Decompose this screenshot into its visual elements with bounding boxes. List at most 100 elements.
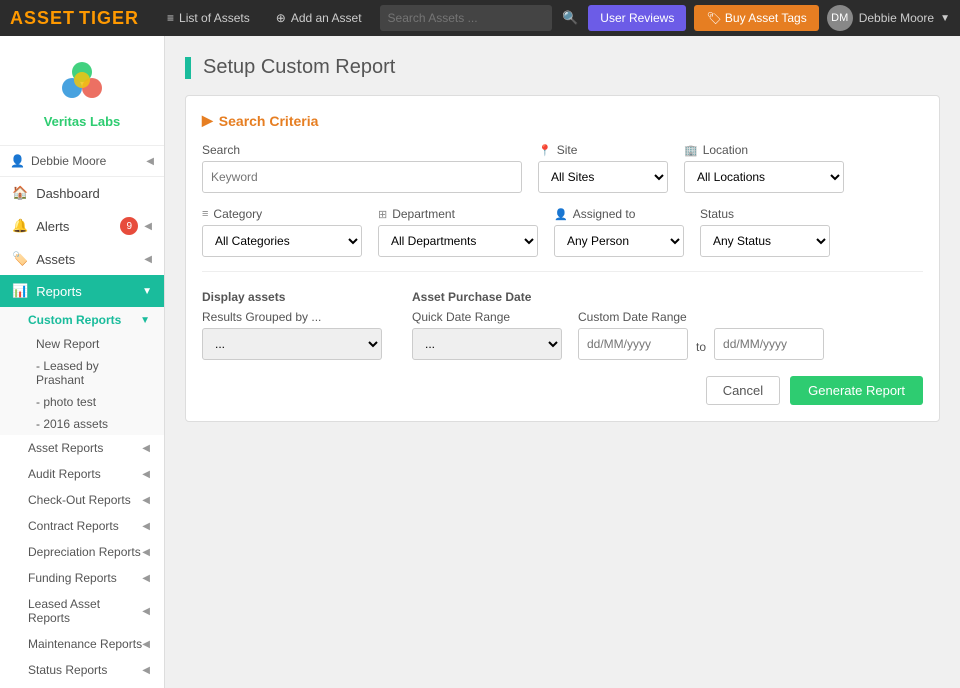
org-name: Veritas Labs bbox=[10, 114, 154, 129]
sidebar-item-alerts[interactable]: 🔔 Alerts 9 ◀ bbox=[0, 209, 164, 243]
sidebar-user[interactable]: 👤 Debbie Moore ◀ bbox=[0, 146, 164, 177]
submenu-contract-reports[interactable]: Contract Reports ◀ bbox=[0, 513, 164, 539]
chevron-right-icon8: ◀ bbox=[142, 639, 150, 650]
user-name: Debbie Moore bbox=[859, 11, 934, 25]
date-to-input[interactable] bbox=[714, 328, 824, 360]
app-logo: ASSETTIGER bbox=[10, 8, 139, 29]
site-select[interactable]: All Sites bbox=[538, 161, 668, 193]
action-row: Cancel Generate Report bbox=[202, 376, 923, 405]
sidebar-item-reports[interactable]: 📊 Reports ▼ bbox=[0, 275, 164, 307]
generate-report-button[interactable]: Generate Report bbox=[790, 376, 923, 405]
chevron-right-icon9: ◀ bbox=[142, 665, 150, 676]
display-row: Display assets Results Grouped by ... ..… bbox=[202, 284, 923, 360]
submenu-audit-reports[interactable]: Audit Reports ◀ bbox=[0, 461, 164, 487]
submenu-leased-reports[interactable]: Leased Asset Reports ◀ bbox=[0, 591, 164, 631]
alerts-badge: 9 bbox=[120, 217, 138, 235]
title-accent bbox=[185, 57, 191, 79]
sidebar: Veritas Labs 👤 Debbie Moore ◀ 🏠 Dashboar… bbox=[0, 36, 165, 688]
sidebar-user-left: 👤 Debbie Moore bbox=[10, 154, 106, 168]
category-select[interactable]: All Categories bbox=[202, 225, 362, 257]
submenu-status-reports[interactable]: Status Reports ◀ bbox=[0, 657, 164, 683]
assigned-to-group: 👤 Assigned to Any Person bbox=[554, 207, 684, 257]
category-group: ≡ Category All Categories bbox=[202, 207, 362, 257]
sidebar-item-dashboard[interactable]: 🏠 Dashboard bbox=[0, 177, 164, 209]
add-asset-label: Add an Asset bbox=[291, 11, 362, 25]
user-icon: 👤 bbox=[10, 154, 25, 168]
chevron-right-icon: ◀ bbox=[142, 443, 150, 454]
date-from-input[interactable] bbox=[578, 328, 688, 360]
status-select[interactable]: Any Status bbox=[700, 225, 830, 257]
submenu-checkout-reports[interactable]: Check-Out Reports ◀ bbox=[0, 487, 164, 513]
list-assets-link[interactable]: ≡ List of Assets bbox=[159, 0, 258, 36]
quick-date-select[interactable]: ... bbox=[412, 328, 562, 360]
layout: Veritas Labs 👤 Debbie Moore ◀ 🏠 Dashboar… bbox=[0, 36, 960, 688]
search-label: Search bbox=[202, 143, 522, 157]
form-row-1: Search 📍 Site All Sites 🏢 bbox=[202, 143, 923, 193]
page-title: Setup Custom Report bbox=[185, 56, 940, 79]
submenu-asset-reports[interactable]: Asset Reports ◀ bbox=[0, 435, 164, 461]
status-group: Status Any Status bbox=[700, 207, 830, 257]
submenu-other-reports[interactable]: Other Reports ◀ bbox=[0, 683, 164, 688]
chevron-left-icon2: ◀ bbox=[144, 221, 152, 232]
sidebar-item-dashboard-label: Dashboard bbox=[36, 186, 100, 201]
user-menu[interactable]: DM Debbie Moore ▼ bbox=[827, 5, 950, 31]
sidebar-item-alerts-label: Alerts bbox=[36, 219, 69, 234]
site-icon: 📍 bbox=[538, 144, 552, 157]
submenu-photo-test[interactable]: - photo test bbox=[0, 391, 164, 413]
chevron-down-icon2: ▼ bbox=[142, 286, 152, 297]
custom-date-label: Custom Date Range bbox=[578, 310, 824, 324]
chevron-right-icon3: ◀ bbox=[142, 495, 150, 506]
department-icon: ⊞ bbox=[378, 208, 387, 221]
site-label: 📍 Site bbox=[538, 143, 668, 157]
form-row-2: ≡ Category All Categories ⊞ Department A… bbox=[202, 207, 923, 257]
assigned-to-select[interactable]: Any Person bbox=[554, 225, 684, 257]
add-icon: ⊕ bbox=[276, 11, 286, 25]
submenu-custom-reports[interactable]: Custom Reports ▼ bbox=[0, 307, 164, 333]
top-nav-right: User Reviews 🏷 Buy Asset Tags DM Debbie … bbox=[588, 5, 950, 31]
submenu-leased-prashant[interactable]: - Leased by Prashant bbox=[0, 355, 164, 391]
submenu-maintenance-reports[interactable]: Maintenance Reports ◀ bbox=[0, 631, 164, 657]
report-form-card: ▶ Search Criteria Search 📍 Site bbox=[185, 95, 940, 422]
sidebar-item-assets-label: Assets bbox=[36, 252, 75, 267]
tag-icon: 🏷 bbox=[706, 11, 725, 25]
status-label: Status bbox=[700, 207, 830, 221]
list-icon: ≡ bbox=[167, 11, 174, 25]
quick-date-col: Quick Date Range ... bbox=[412, 310, 562, 360]
results-grouped-col: Results Grouped by ... ... bbox=[202, 310, 382, 360]
chevron-right-section: ▶ bbox=[202, 112, 213, 129]
chevron-down-icon3: ▼ bbox=[140, 315, 150, 326]
department-select[interactable]: All Departments bbox=[378, 225, 538, 257]
cancel-button[interactable]: Cancel bbox=[706, 376, 780, 405]
submenu-depreciation-reports[interactable]: Depreciation Reports ◀ bbox=[0, 539, 164, 565]
custom-reports-submenu: Custom Reports ▼ New Report - Leased by … bbox=[0, 307, 164, 435]
chevron-right-icon2: ◀ bbox=[142, 469, 150, 480]
assets-icon: 🏷️ bbox=[12, 251, 28, 267]
search-icon: 🔍 bbox=[562, 10, 578, 26]
assigned-to-label: 👤 Assigned to bbox=[554, 207, 684, 221]
top-nav: ASSETTIGER ≡ List of Assets ⊕ Add an Ass… bbox=[0, 0, 960, 36]
add-asset-link[interactable]: ⊕ Add an Asset bbox=[268, 0, 370, 36]
site-group: 📍 Site All Sites bbox=[538, 143, 668, 193]
chevron-right-icon6: ◀ bbox=[142, 573, 150, 584]
logo-text2: TIGER bbox=[79, 8, 139, 29]
sidebar-item-assets[interactable]: 🏷️ Assets ◀ bbox=[0, 243, 164, 275]
submenu-funding-reports[interactable]: Funding Reports ◀ bbox=[0, 565, 164, 591]
results-grouped-label: Results Grouped by ... bbox=[202, 310, 382, 324]
chevron-down-icon: ▼ bbox=[940, 13, 950, 24]
purchase-date-section: Asset Purchase Date Quick Date Range ...… bbox=[412, 284, 824, 360]
search-criteria-header[interactable]: ▶ Search Criteria bbox=[202, 112, 923, 129]
custom-date-col: Custom Date Range to bbox=[578, 310, 824, 360]
department-group: ⊞ Department All Departments bbox=[378, 207, 538, 257]
global-search-input[interactable] bbox=[380, 5, 553, 31]
search-input[interactable] bbox=[202, 161, 522, 193]
location-select[interactable]: All Locations bbox=[684, 161, 844, 193]
user-reviews-button[interactable]: User Reviews bbox=[588, 5, 686, 31]
submenu-2016-assets[interactable]: - 2016 assets bbox=[0, 413, 164, 435]
avatar: DM bbox=[827, 5, 853, 31]
location-group: 🏢 Location All Locations bbox=[684, 143, 844, 193]
submenu-new-report[interactable]: New Report bbox=[0, 333, 164, 355]
results-grouped-select[interactable]: ... bbox=[202, 328, 382, 360]
display-assets-section: Display assets Results Grouped by ... ..… bbox=[202, 284, 382, 360]
buy-tags-button[interactable]: 🏷 Buy Asset Tags bbox=[694, 5, 818, 31]
sidebar-item-reports-label: Reports bbox=[36, 284, 82, 299]
